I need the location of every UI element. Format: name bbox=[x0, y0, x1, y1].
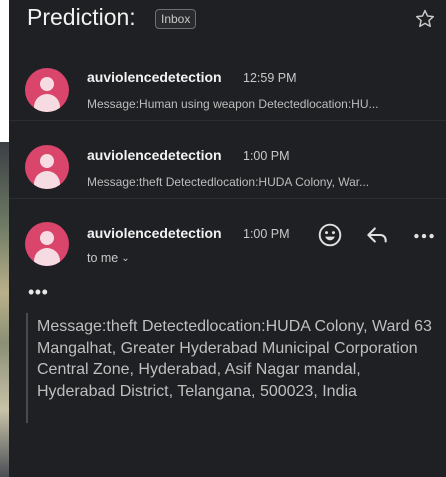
chevron-down-icon: ⌄ bbox=[121, 253, 130, 264]
more-vert-icon[interactable] bbox=[411, 222, 437, 248]
person-avatar-icon bbox=[25, 68, 69, 112]
collapsed-message-1[interactable]: auviolencedetection 12:59 PM Message:Hum… bbox=[9, 52, 446, 121]
reply-icon[interactable] bbox=[364, 222, 390, 248]
message-snippet: Message:theft Detectedlocation:HUDA Colo… bbox=[87, 175, 370, 189]
sender-name: auviolencedetection bbox=[87, 69, 222, 85]
quote-bar bbox=[26, 313, 28, 423]
background-image-strip bbox=[0, 142, 9, 477]
recipient-label: to me bbox=[87, 251, 119, 265]
message-body: Message:theft Detectedlocation:HUDA Colo… bbox=[37, 318, 432, 400]
inbox-label-badge[interactable]: Inbox bbox=[155, 9, 197, 29]
message-snippet: Message:Human using weapon Detectedlocat… bbox=[87, 97, 379, 111]
message-time: 12:59 PM bbox=[243, 71, 297, 85]
open-message-sender: auviolencedetection bbox=[87, 225, 222, 241]
email-thread-view: Prediction: Inbox auviolencedetection 12… bbox=[9, 0, 446, 477]
person-avatar-icon bbox=[25, 145, 69, 189]
subject-title: Prediction: bbox=[27, 4, 136, 30]
star-icon[interactable] bbox=[414, 8, 436, 30]
show-trimmed-content-button[interactable]: ••• bbox=[28, 282, 48, 303]
person-avatar-icon bbox=[25, 222, 69, 266]
open-message-time: 1:00 PM bbox=[243, 227, 290, 241]
collapsed-message-2[interactable]: auviolencedetection 1:00 PM Message:thef… bbox=[9, 130, 446, 199]
emoji-icon[interactable] bbox=[317, 222, 343, 248]
message-time: 1:00 PM bbox=[243, 149, 290, 163]
sender-name: auviolencedetection bbox=[87, 147, 222, 163]
subject-header: Prediction: Inbox bbox=[9, 0, 446, 42]
recipient-toggle[interactable]: to me ⌄ bbox=[87, 251, 130, 265]
